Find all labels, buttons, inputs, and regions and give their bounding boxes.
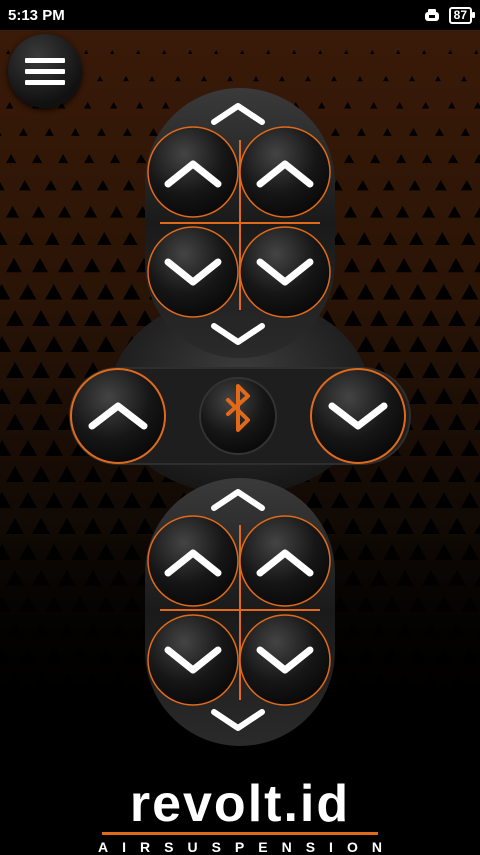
- front-down-button[interactable]: [310, 368, 406, 464]
- lower-right-down-button[interactable]: [239, 614, 331, 706]
- brand-name: revolt.id: [129, 775, 351, 833]
- front-up-button[interactable]: [70, 368, 166, 464]
- upper-right-up-button[interactable]: [239, 126, 331, 218]
- brand-logo: revolt.id AIRSUSPENSION: [0, 778, 480, 855]
- upper-left-down-button[interactable]: [147, 226, 239, 318]
- air-suspension-controller: [69, 88, 411, 746]
- upper-right-down-button[interactable]: [239, 226, 331, 318]
- upper-left-up-button[interactable]: [147, 126, 239, 218]
- lower-left-up-button[interactable]: [147, 515, 239, 607]
- lower-left-down-button[interactable]: [147, 614, 239, 706]
- brand-tagline: AIRSUSPENSION: [98, 839, 396, 855]
- bluetooth-button[interactable]: [199, 377, 277, 455]
- lower-right-up-button[interactable]: [239, 515, 331, 607]
